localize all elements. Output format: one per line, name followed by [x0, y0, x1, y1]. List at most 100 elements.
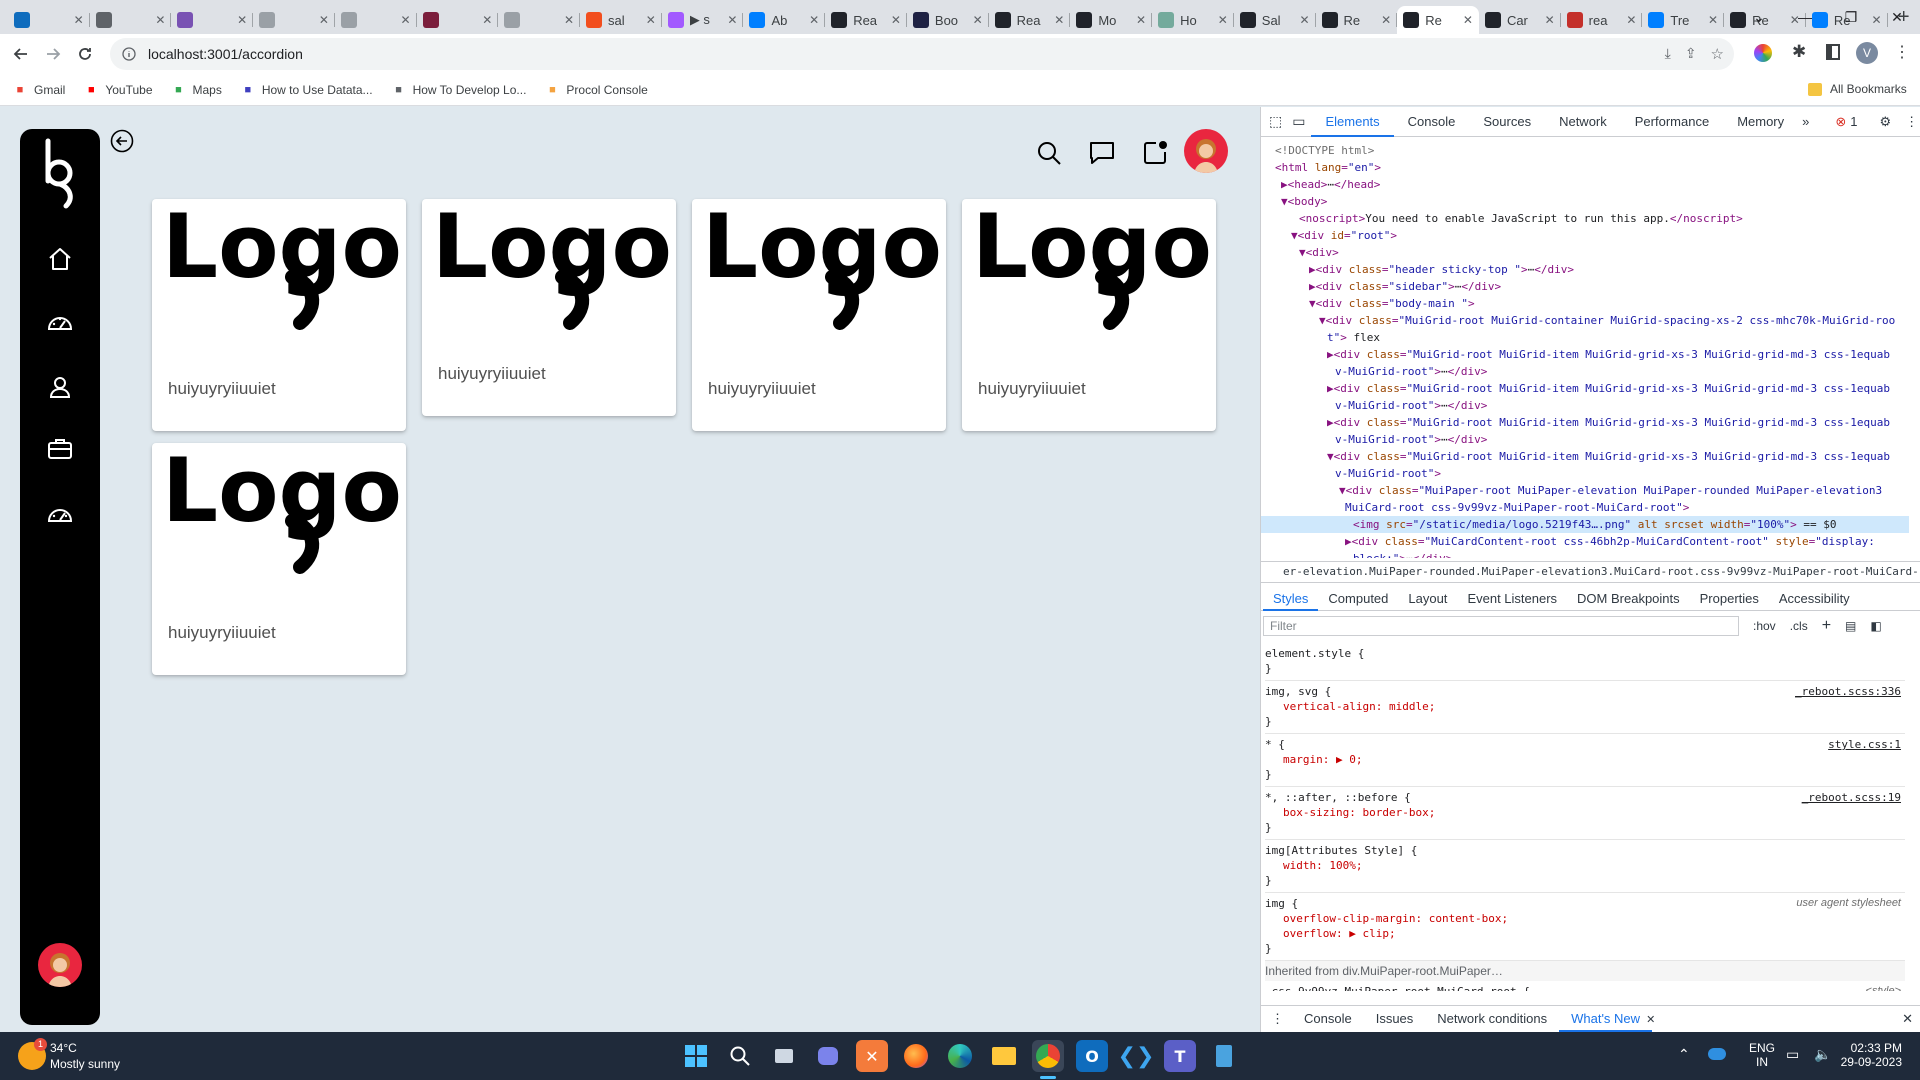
- speedometer-icon[interactable]: [42, 497, 78, 533]
- dom-node-line[interactable]: <!DOCTYPE html>: [1261, 142, 1909, 159]
- drawer-tab[interactable]: Issues: [1364, 1006, 1426, 1032]
- browser-tab[interactable]: ✕: [498, 6, 580, 34]
- extensions-puzzle-icon[interactable]: ✱: [1792, 42, 1806, 62]
- tab-close-icon[interactable]: ✕: [1626, 13, 1636, 27]
- css-source-link[interactable]: _reboot.scss:336: [1795, 684, 1901, 699]
- card[interactable]: Logo huiyuyryiiuuiet: [692, 199, 946, 431]
- dom-node-line[interactable]: v-MuiGrid-root">⋯</div>: [1261, 431, 1909, 448]
- tab-close-icon[interactable]: ✕: [237, 13, 247, 27]
- back-arrow-button[interactable]: [110, 129, 134, 153]
- teams-chat-icon[interactable]: [812, 1040, 844, 1072]
- bookmark-star-icon[interactable]: ☆: [1711, 45, 1724, 63]
- firefox-icon[interactable]: [900, 1040, 932, 1072]
- install-app-icon[interactable]: ⤓: [1665, 45, 1671, 63]
- browser-tab[interactable]: Rea ✕: [825, 6, 907, 34]
- task-view-icon[interactable]: [768, 1040, 800, 1072]
- tab-close-icon[interactable]: ✕: [1218, 13, 1228, 27]
- tab-close-icon[interactable]: ✕: [973, 13, 983, 27]
- css-source-link[interactable]: _reboot.scss:19: [1802, 790, 1901, 805]
- css-source-link[interactable]: user agent stylesheet: [1796, 896, 1901, 911]
- dom-node-line[interactable]: block;">⋯</div>: [1261, 550, 1909, 558]
- bookmark-item[interactable]: ■ How To Develop Lo...: [391, 82, 526, 98]
- cls-toggle[interactable]: .cls: [1790, 619, 1808, 633]
- tab-close-icon[interactable]: ✕: [1708, 13, 1718, 27]
- css-rule[interactable]: * {style.css:1 margin: ▶ 0;}: [1265, 734, 1905, 787]
- bookmark-item[interactable]: ■ Gmail: [12, 82, 66, 98]
- share-icon[interactable]: ⇪: [1685, 45, 1697, 63]
- onedrive-icon[interactable]: [1708, 1048, 1726, 1060]
- devtools-tab[interactable]: Performance: [1621, 107, 1723, 137]
- styles-subtab[interactable]: Computed: [1318, 587, 1398, 611]
- css-property-line[interactable]: margin: ▶ 0;: [1265, 752, 1905, 767]
- browser-tab[interactable]: ✕: [8, 6, 90, 34]
- css-rule[interactable]: .css-9v99vz-MuiPaper-root-MuiCard-root {…: [1265, 981, 1905, 991]
- devtools-tab[interactable]: Sources: [1469, 107, 1545, 137]
- user-icon[interactable]: [42, 369, 78, 405]
- more-menu-icon[interactable]: ⋮: [1894, 42, 1910, 62]
- css-rule[interactable]: *, ::after, ::before {_reboot.scss:19 box…: [1265, 787, 1905, 840]
- reload-button[interactable]: [68, 37, 102, 71]
- card[interactable]: Logo huiyuyryiiuuiet: [962, 199, 1216, 431]
- drawer-tab[interactable]: What's New: [1559, 1006, 1653, 1032]
- element-breadcrumb[interactable]: er-elevation.MuiPaper-rounded.MuiPaper-e…: [1261, 561, 1920, 583]
- all-bookmarks[interactable]: All Bookmarks: [1808, 82, 1907, 96]
- header-avatar[interactable]: [1184, 129, 1228, 173]
- sidebar-avatar[interactable]: [38, 943, 82, 987]
- browser-tab[interactable]: Ho ✕: [1152, 6, 1234, 34]
- hov-toggle[interactable]: :hov: [1753, 619, 1776, 633]
- edge-icon[interactable]: [944, 1040, 976, 1072]
- browser-tab[interactable]: Boo ✕: [907, 6, 989, 34]
- drawer-menu-icon[interactable]: ⋮: [1271, 1011, 1284, 1027]
- devtools-tab[interactable]: Console: [1394, 107, 1470, 137]
- dom-node-line[interactable]: v-MuiGrid-root">: [1261, 465, 1909, 482]
- drawer-close-icon[interactable]: ✕: [1902, 1011, 1913, 1027]
- devtools-menu-icon[interactable]: ⋮: [1905, 114, 1918, 130]
- browser-tab[interactable]: Re ✕: [1316, 6, 1398, 34]
- search-icon[interactable]: [1035, 139, 1067, 171]
- settings-gear-icon[interactable]: ⚙: [1880, 114, 1892, 130]
- sidebar-toggle-icon[interactable]: ◧: [1870, 619, 1881, 633]
- css-source-link[interactable]: <style>: [1866, 984, 1901, 991]
- card[interactable]: Logo huiyuyryiiuuiet: [422, 199, 676, 416]
- clock[interactable]: 02:33 PM 29-09-2023: [1838, 1041, 1902, 1069]
- styles-subtab[interactable]: Event Listeners: [1457, 587, 1567, 611]
- tab-close-icon[interactable]: ✕: [1136, 13, 1146, 27]
- side-panel-icon[interactable]: [1826, 44, 1840, 60]
- browser-tab[interactable]: Sal ✕: [1234, 6, 1316, 34]
- tab-search-chevron-icon[interactable]: ⌄: [1736, 0, 1782, 34]
- tab-close-icon[interactable]: ✕: [727, 13, 737, 27]
- xampp-icon[interactable]: ✕: [856, 1040, 888, 1072]
- dom-node-line[interactable]: ▼<div class="body-main ">: [1261, 295, 1909, 312]
- forward-button[interactable]: [36, 37, 70, 71]
- styles-subtab[interactable]: Layout: [1398, 587, 1457, 611]
- new-rule-icon[interactable]: +: [1822, 617, 1831, 635]
- dom-node-line[interactable]: ▼<div id="root">: [1261, 227, 1909, 244]
- tab-close-icon[interactable]: ✕: [1381, 13, 1391, 27]
- tab-close-icon[interactable]: ✕: [482, 13, 492, 27]
- home-icon[interactable]: [42, 241, 78, 277]
- css-property-line[interactable]: width: 100%;: [1265, 858, 1905, 873]
- browser-tab[interactable]: ▶ s ✕: [662, 6, 744, 34]
- drawer-tab[interactable]: Console: [1292, 1006, 1364, 1032]
- devtools-tab[interactable]: Elements: [1311, 107, 1394, 137]
- maximize-button[interactable]: ❐: [1828, 0, 1874, 34]
- browser-tab[interactable]: Car ✕: [1479, 6, 1561, 34]
- browser-tab[interactable]: sal ✕: [580, 6, 662, 34]
- dom-node-line[interactable]: <html lang="en">: [1261, 159, 1909, 176]
- tab-close-icon[interactable]: ✕: [809, 13, 819, 27]
- notification-icon[interactable]: [1141, 139, 1173, 171]
- dom-node-line[interactable]: ▶<div class="MuiGrid-root MuiGrid-item M…: [1261, 346, 1909, 363]
- tab-close-icon[interactable]: ✕: [401, 13, 411, 27]
- tab-close-icon[interactable]: ✕: [1054, 13, 1064, 27]
- dom-node-line[interactable]: ▼<div class="MuiPaper-root MuiPaper-elev…: [1261, 482, 1909, 499]
- card[interactable]: Logo huiyuyryiiuuiet: [152, 443, 406, 675]
- browser-tab[interactable]: ✕: [253, 6, 335, 34]
- styles-subtab[interactable]: DOM Breakpoints: [1567, 587, 1690, 611]
- browser-tab[interactable]: ✕: [90, 6, 172, 34]
- css-property-line[interactable]: box-sizing: border-box;: [1265, 805, 1905, 820]
- network-icon[interactable]: ▭: [1786, 1046, 1799, 1063]
- browser-tab[interactable]: ✕: [171, 6, 253, 34]
- weather-desc[interactable]: Mostly sunny: [50, 1057, 120, 1071]
- css-rule[interactable]: img[Attributes Style] {width: 100%;}: [1265, 840, 1905, 893]
- css-rule[interactable]: img, svg {_reboot.scss:336 vertical-align…: [1265, 681, 1905, 734]
